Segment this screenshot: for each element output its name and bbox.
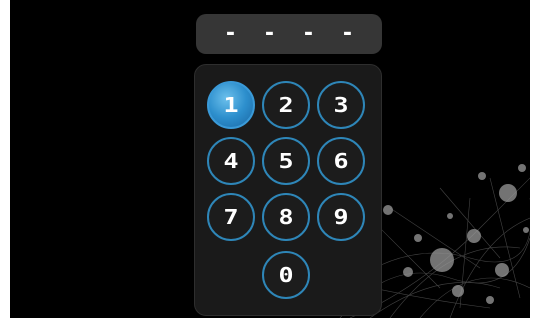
pin-slot: - [264, 21, 275, 46]
keypad-panel: 1 2 3 4 5 6 7 8 9 0 [194, 64, 382, 316]
pin-slot: - [303, 21, 314, 46]
pin-entry-display: - - - - [196, 14, 382, 54]
lock-screen: - - - - 1 2 3 4 5 6 7 8 9 0 [10, 0, 530, 318]
key-8-button[interactable]: 8 [262, 193, 310, 241]
key-6-button[interactable]: 6 [317, 137, 365, 185]
key-4-button[interactable]: 4 [207, 137, 255, 185]
key-1-button[interactable]: 1 [207, 81, 255, 129]
key-9-button[interactable]: 9 [317, 193, 365, 241]
key-2-button[interactable]: 2 [262, 81, 310, 129]
key-3-button[interactable]: 3 [317, 81, 365, 129]
pin-slot: - [342, 21, 353, 46]
pin-slot: - [225, 21, 236, 46]
key-0-button[interactable]: 0 [262, 251, 310, 299]
key-7-button[interactable]: 7 [207, 193, 255, 241]
key-5-button[interactable]: 5 [262, 137, 310, 185]
